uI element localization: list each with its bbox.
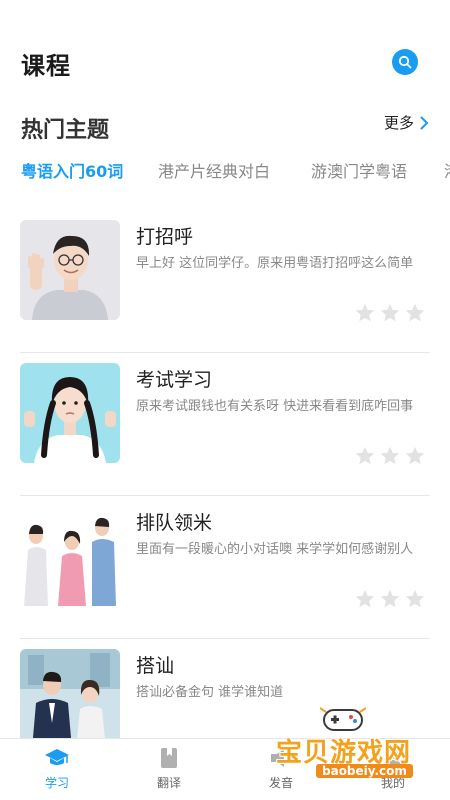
tabbar-item-study[interactable]: 学习 <box>27 747 87 791</box>
star-icon <box>380 303 400 322</box>
star-icon <box>405 303 425 322</box>
graduation-cap-icon <box>44 747 70 769</box>
section-header: 热门主题 更多 <box>0 108 450 144</box>
tabbar-label: 学习 <box>44 776 69 790</box>
gamepad-icon <box>320 707 366 731</box>
course-title: 考试学习 <box>136 369 213 391</box>
star-icon <box>405 589 425 608</box>
tab-macau-travel[interactable]: 游澳门学粤语 <box>311 158 407 182</box>
page-title: 课程 <box>21 52 71 80</box>
tab-more-topic[interactable]: 港 <box>444 158 450 182</box>
star-icon <box>380 446 400 465</box>
course-title: 打招呼 <box>136 226 194 248</box>
course-description: 里面有一段暖心的小对话噢 来学学如何感谢别人 <box>136 542 414 557</box>
header: 课程 <box>0 0 450 100</box>
chevron-right-icon <box>420 116 429 129</box>
book-icon <box>156 747 182 769</box>
star-icon <box>355 589 375 608</box>
star-icon <box>380 589 400 608</box>
course-description: 搭讪必备金句 谁学谁知道 <box>136 685 284 700</box>
star-rating <box>354 588 426 610</box>
tabbar-item-translate[interactable]: 翻译 <box>139 747 199 791</box>
star-rating <box>354 302 426 324</box>
course-item[interactable]: 打招呼 早上好 这位同学仔。原来用粤语打招呼这么简单 <box>20 210 430 353</box>
tabbar-label: 翻译 <box>156 776 181 790</box>
course-description: 原来考试跟钱也有关系呀 快进来看看到底咋回事 <box>136 399 414 414</box>
star-icon <box>405 446 425 465</box>
star-rating <box>354 445 426 467</box>
course-thumbnail <box>20 506 120 606</box>
course-thumbnail <box>20 363 120 463</box>
course-item[interactable]: 排队领米 里面有一段暖心的小对话噢 来学学如何感谢别人 <box>20 496 430 639</box>
search-icon <box>398 55 412 69</box>
course-title: 搭讪 <box>136 655 175 677</box>
watermark-domain: baobeiy.com <box>316 764 413 778</box>
course-item[interactable]: 考试学习 原来考试跟钱也有关系呀 快进来看看到底咋回事 <box>20 353 430 496</box>
star-icon <box>355 303 375 322</box>
tab-cantonese-basics[interactable]: 粤语入门60词 <box>21 158 123 182</box>
star-icon <box>355 446 375 465</box>
more-label: 更多 <box>384 114 415 132</box>
course-description: 早上好 这位同学仔。原来用粤语打招呼这么简单 <box>136 256 414 271</box>
topic-tabs: 粤语入门60词 港产片经典对白 游澳门学粤语 港 <box>0 152 450 188</box>
more-link[interactable]: 更多 <box>384 112 429 133</box>
course-thumbnail <box>20 220 120 320</box>
section-title: 热门主题 <box>21 118 110 143</box>
watermark: 宝贝游戏网 baobeiy.com <box>268 704 436 784</box>
course-thumbnail <box>20 649 120 749</box>
tab-hk-movie-lines[interactable]: 港产片经典对白 <box>158 158 270 182</box>
course-title: 排队领米 <box>136 512 213 534</box>
search-button[interactable] <box>392 49 418 75</box>
